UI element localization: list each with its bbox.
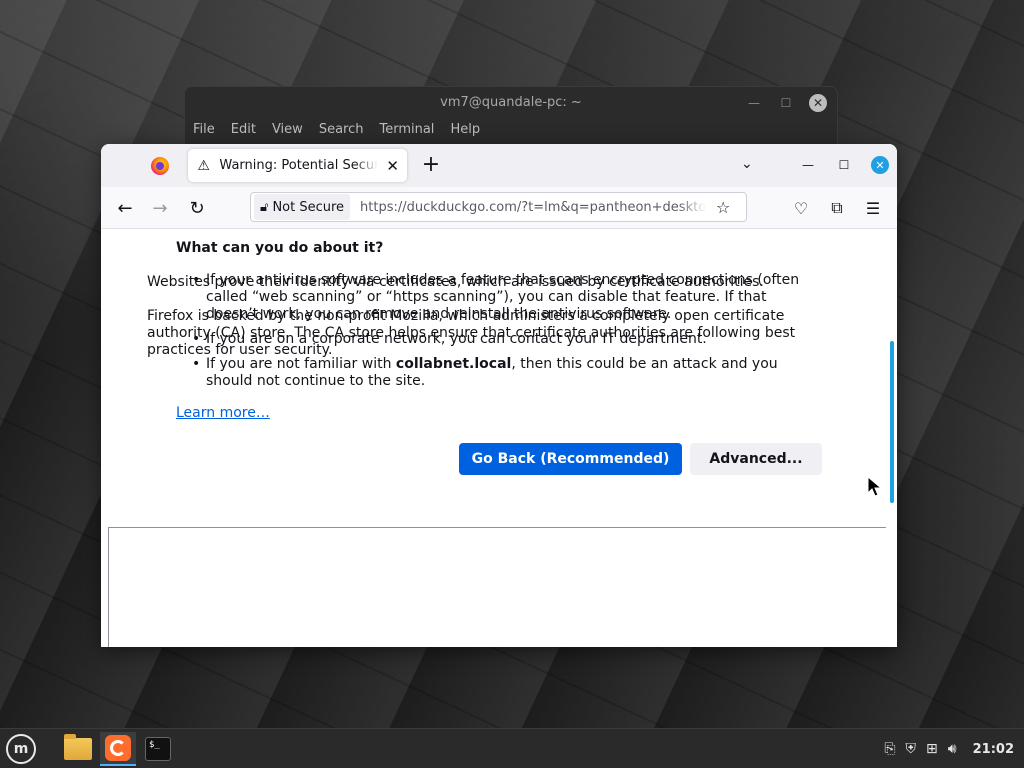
advanced-panel	[108, 527, 886, 647]
terminal-title: vm7@quandale-pc: ~	[440, 95, 582, 110]
menu-file[interactable]: File	[193, 122, 215, 137]
terminal-menubar: File Edit View Search Terminal Help	[193, 122, 480, 137]
bookmark-star-icon[interactable]: ☆	[716, 198, 730, 217]
hamburger-menu-icon[interactable]: ☰	[861, 196, 885, 220]
not-secure-indicator[interactable]: 🔓︎ Not Secure	[254, 194, 351, 220]
maximize-icon[interactable]: ☐	[777, 94, 795, 112]
list-all-tabs-chevron-icon[interactable]: ⌄	[741, 156, 753, 172]
menu-edit[interactable]: Edit	[231, 122, 256, 137]
system-tray: ⎘ ⛨ ⊞ 🔊︎ 21:02	[884, 729, 1014, 768]
menu-terminal[interactable]: Terminal	[379, 122, 434, 137]
tab-close-icon[interactable]: ✕	[386, 157, 399, 175]
go-back-button[interactable]: Go Back (Recommended)	[459, 443, 682, 475]
terminal-icon[interactable]: $_	[140, 732, 176, 766]
page-content: What can you do about it? If your antivi…	[101, 229, 897, 647]
files-icon[interactable]	[60, 732, 96, 766]
navigation-toolbar: ← → ↻ 🔓︎ Not Secure https://duckduckgo.c…	[101, 187, 897, 229]
minimize-icon[interactable]: —	[745, 94, 763, 112]
mouse-cursor-icon	[867, 475, 883, 502]
network-icon[interactable]: ⊞	[926, 741, 938, 757]
reload-icon[interactable]: ↻	[185, 196, 209, 220]
firefox-window: ⚠ Warning: Potential Security Risk Ahead…	[101, 144, 897, 647]
advanced-paragraph: Firefox is backed by the non-profit Mozi…	[147, 308, 796, 358]
scrollbar-thumb[interactable]	[890, 341, 894, 503]
url-text[interactable]: https://duckduckgo.com/?t=lm&q=pantheon+…	[360, 200, 706, 215]
maximize-icon[interactable]: ☐	[835, 156, 853, 174]
mint-menu-icon[interactable]: m	[6, 734, 36, 764]
learn-more-link[interactable]: Learn more…	[176, 405, 270, 421]
new-tab-button[interactable]: +	[419, 153, 443, 177]
list-item: If you are not familiar with collabnet.l…	[176, 356, 806, 390]
update-manager-icon[interactable]: ⎘	[884, 741, 895, 757]
close-icon[interactable]: ✕	[871, 156, 889, 174]
tab-bar: ⚠ Warning: Potential Security Risk Ahead…	[101, 144, 897, 187]
tab-title: Warning: Potential Security Risk Ahead	[219, 158, 379, 173]
firefox-logo-icon	[151, 157, 169, 175]
forward-arrow-icon[interactable]: →	[148, 196, 172, 220]
volume-icon[interactable]: 🔊︎	[948, 741, 957, 757]
shield-icon[interactable]: ⛨	[906, 741, 917, 757]
tab-security-warning[interactable]: ⚠ Warning: Potential Security Risk Ahead…	[188, 149, 407, 182]
firefox-icon[interactable]	[100, 732, 136, 766]
back-arrow-icon[interactable]: ←	[113, 196, 137, 220]
warning-icon: ⚠	[197, 157, 210, 174]
extensions-puzzle-icon[interactable]: ⧉	[825, 196, 849, 220]
unlocked-padlock-icon: 🔓︎	[260, 199, 269, 215]
advanced-button[interactable]: Advanced...	[690, 443, 822, 475]
menu-search[interactable]: Search	[319, 122, 364, 137]
section-heading: What can you do about it?	[176, 240, 384, 256]
close-icon[interactable]: ✕	[809, 94, 827, 112]
clock[interactable]: 21:02	[973, 742, 1014, 757]
taskbar: m $_ ⎘ ⛨ ⊞ 🔊︎ 21:02	[0, 728, 1024, 768]
pocket-icon[interactable]: ♡	[789, 196, 813, 220]
menu-help[interactable]: Help	[450, 122, 480, 137]
advanced-paragraph: Websites prove their identity via certif…	[147, 274, 764, 290]
not-secure-label: Not Secure	[272, 199, 345, 215]
menu-view[interactable]: View	[272, 122, 303, 137]
minimize-icon[interactable]: —	[799, 156, 817, 174]
address-bar[interactable]: 🔓︎ Not Secure https://duckduckgo.com/?t=…	[250, 192, 747, 222]
